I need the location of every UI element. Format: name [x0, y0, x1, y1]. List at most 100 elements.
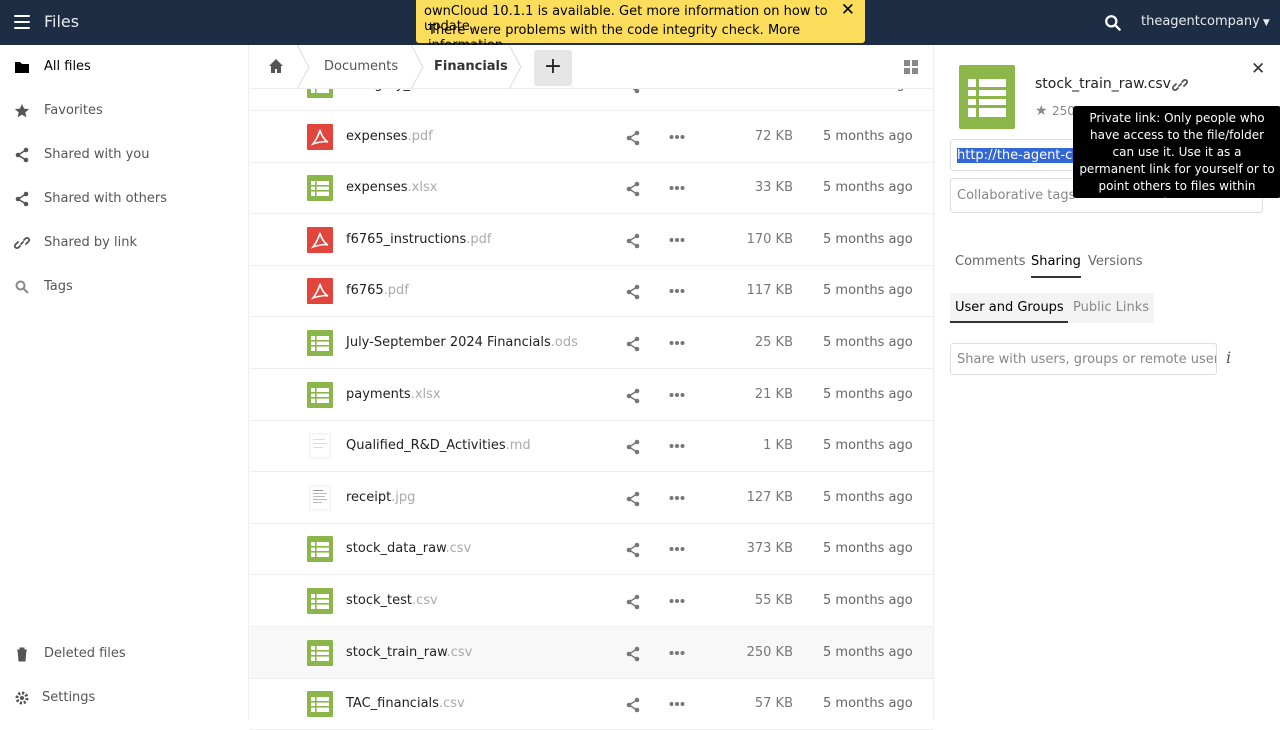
- breadcrumb-financials[interactable]: Financials: [434, 59, 508, 74]
- tab-sharing[interactable]: Sharing: [1031, 254, 1081, 278]
- file-row[interactable]: expenses.xlsx 33 KB 5 months ago: [250, 162, 933, 215]
- file-name[interactable]: receipt.jpg: [346, 490, 415, 505]
- file-row[interactable]: Qualified_R&D_Activities.md 1 KB 5 months …: [250, 420, 933, 473]
- close-notification-button[interactable]: ✕: [841, 0, 855, 20]
- share-icon[interactable]: [625, 491, 641, 507]
- file-basename: expenses: [346, 180, 408, 196]
- breadcrumb-documents[interactable]: Documents: [324, 59, 398, 74]
- new-button[interactable]: +: [534, 50, 572, 86]
- share-icon[interactable]: [625, 439, 641, 455]
- file-row[interactable]: f6765_instructions.pdf 170 KB 5 months ago: [250, 214, 933, 266]
- file-name[interactable]: stock_data_raw.csv: [346, 541, 471, 556]
- share-icon[interactable]: [625, 181, 641, 197]
- file-row[interactable]: payments.xlsx 21 KB 5 months ago: [250, 369, 933, 421]
- more-actions-icon[interactable]: [669, 233, 685, 247]
- app-title[interactable]: Files: [44, 12, 79, 31]
- file-name[interactable]: expenses.pdf: [346, 129, 433, 144]
- file-extension: .csv: [438, 696, 465, 712]
- spreadsheet-icon: [307, 330, 333, 356]
- nav-favorites[interactable]: Favorites: [0, 89, 249, 133]
- file-modified-date: 5 months ago: [823, 128, 913, 144]
- link-icon: [14, 237, 30, 249]
- caret-down-icon: ▼: [1262, 18, 1270, 28]
- user-menu[interactable]: theagentcompany ▼: [1141, 14, 1270, 29]
- file-row[interactable]: TAC_financials.csv 57 KB 5 months ago: [250, 678, 933, 730]
- user-name: theagentcompany: [1141, 14, 1260, 29]
- share-icon[interactable]: [625, 130, 641, 146]
- more-actions-icon[interactable]: [669, 594, 685, 608]
- file-extension: .pdf: [383, 283, 409, 299]
- file-row[interactable]: July-September 2024 Financials.ods 25 KB 5…: [250, 317, 933, 369]
- pdf-icon: [307, 278, 333, 305]
- share-with-input[interactable]: Share with users, groups or remote users…: [950, 343, 1217, 375]
- share-icon[interactable]: [625, 594, 641, 610]
- file-size: 33 KB: [754, 180, 793, 196]
- file-size: 72 KB: [754, 128, 793, 144]
- file-row[interactable]: expenses.pdf 72 KB 5 months ago: [250, 111, 933, 163]
- file-row[interactable]: receipt.jpg 127 KB 5 months ago: [250, 472, 933, 524]
- subtab-user-and-groups[interactable]: User and Groups: [950, 293, 1069, 323]
- nav-tags[interactable]: Tags: [0, 265, 249, 309]
- file-name[interactable]: TAC_financials.csv: [346, 696, 465, 711]
- nav-settings[interactable]: Settings: [0, 676, 249, 720]
- file-row[interactable]: stock_test.csv 55 KB 5 months ago: [250, 575, 933, 627]
- file-row[interactable]: stock_data_raw.csv 373 KB 5 months ago: [250, 523, 933, 576]
- more-actions-icon[interactable]: [669, 284, 685, 298]
- file-name[interactable]: f6765_instructions.pdf: [346, 232, 492, 247]
- tag-search-icon: [15, 280, 29, 294]
- details-tabs: Comments Sharing Versions: [950, 254, 1263, 284]
- nav-shared-with-others[interactable]: Shared with others: [0, 177, 249, 221]
- tab-versions[interactable]: Versions: [1088, 254, 1143, 269]
- more-actions-icon[interactable]: [669, 491, 685, 505]
- details-size: 250: [1052, 104, 1075, 118]
- nav-deleted-files[interactable]: Deleted files: [0, 632, 249, 676]
- more-actions-icon[interactable]: [669, 439, 685, 453]
- grid-view-icon[interactable]: [904, 60, 919, 75]
- share-icon[interactable]: [625, 646, 641, 662]
- star-icon: [14, 104, 30, 118]
- share-icon[interactable]: [625, 388, 641, 404]
- tab-comments[interactable]: Comments: [955, 254, 1025, 269]
- file-name[interactable]: Qualified_R&D_Activities.md: [346, 438, 531, 453]
- spreadsheet-icon: [307, 381, 333, 408]
- file-basename: stock_data_raw: [346, 541, 446, 557]
- info-icon[interactable]: i: [1226, 348, 1231, 367]
- share-icon[interactable]: [625, 233, 641, 249]
- spreadsheet-icon: [307, 536, 333, 563]
- file-name[interactable]: July-September 2024 Financials.ods: [346, 335, 578, 350]
- trash-icon: [17, 647, 27, 662]
- file-name[interactable]: payments.xlsx: [346, 387, 441, 402]
- folder-icon: [15, 62, 29, 73]
- more-actions-icon[interactable]: [669, 542, 685, 556]
- favorite-star-icon[interactable]: ★: [1035, 103, 1048, 119]
- nav-all-files[interactable]: All files: [0, 45, 249, 89]
- more-actions-icon[interactable]: [669, 697, 685, 711]
- nav-shared-by-link[interactable]: Shared by link: [0, 221, 249, 265]
- menu-icon[interactable]: [14, 15, 30, 29]
- private-link-icon[interactable]: [1172, 77, 1188, 93]
- search-icon[interactable]: [1104, 14, 1122, 32]
- file-extension: .xlsx: [407, 180, 438, 196]
- file-name[interactable]: stock_test.csv: [346, 593, 438, 608]
- more-actions-icon[interactable]: [669, 181, 685, 195]
- app-navigation: All files Favorites Shared with you Shar…: [0, 45, 249, 720]
- close-sidebar-icon[interactable]: ✕: [1251, 59, 1265, 79]
- nav-shared-with-you[interactable]: Shared with you: [0, 133, 249, 177]
- file-row[interactable]: f6765.pdf 117 KB 5 months ago: [250, 265, 933, 318]
- more-actions-icon[interactable]: [669, 388, 685, 402]
- share-icon[interactable]: [625, 284, 641, 300]
- share-icon[interactable]: [625, 336, 641, 352]
- share-icon[interactable]: [625, 697, 641, 713]
- subtab-public-links[interactable]: Public Links: [1068, 293, 1155, 323]
- home-icon[interactable]: [268, 58, 284, 74]
- file-basename: payments: [346, 386, 411, 402]
- more-actions-icon[interactable]: [669, 130, 685, 144]
- share-icon[interactable]: [625, 542, 641, 558]
- file-row[interactable]: stock_train_raw.csv 250 KB 5 months ago: [250, 626, 933, 679]
- file-name[interactable]: stock_train_raw.csv: [346, 645, 472, 660]
- file-name[interactable]: expenses.xlsx: [346, 180, 437, 195]
- file-size: 373 KB: [746, 541, 793, 557]
- file-name[interactable]: f6765.pdf: [346, 283, 409, 298]
- more-actions-icon[interactable]: [669, 336, 685, 350]
- more-actions-icon[interactable]: [669, 646, 685, 660]
